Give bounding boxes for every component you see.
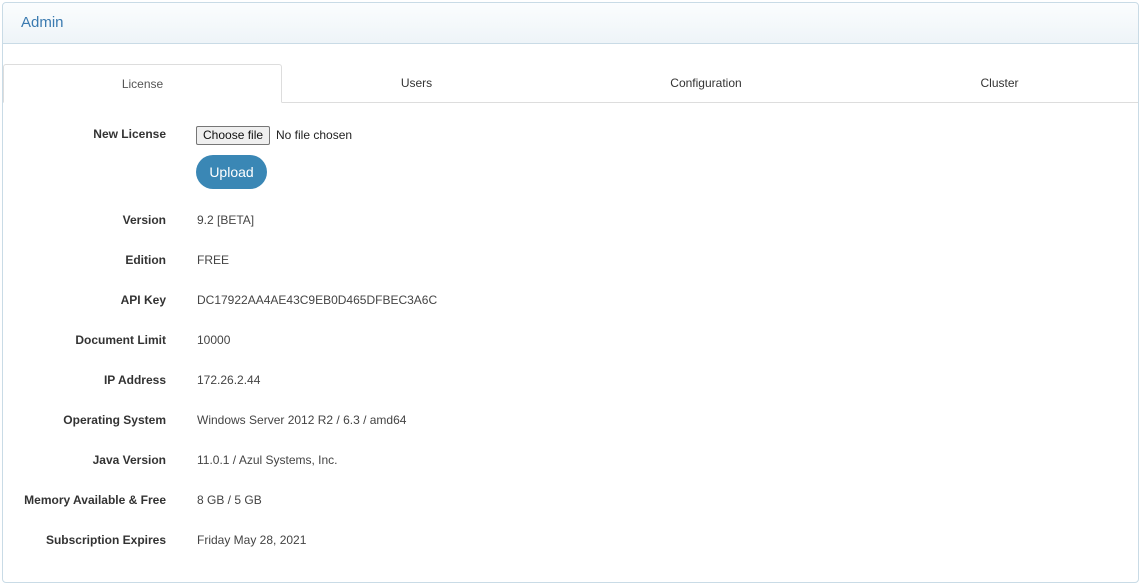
field-value: DC17922AA4AE43C9EB0D465DFBEC3A6C — [197, 293, 438, 307]
new-license-row: New License — [3, 127, 1138, 147]
field-value: Friday May 28, 2021 — [197, 533, 307, 547]
panel-header: Admin — [3, 3, 1138, 44]
field-label: Edition — [125, 253, 166, 267]
field-value: 8 GB / 5 GB — [197, 493, 262, 507]
tab-bar: License Users Configuration Cluster — [3, 64, 1138, 103]
field-row-version: Version 9.2 [BETA] — [3, 213, 1138, 233]
tab-license[interactable]: License — [3, 64, 282, 103]
field-label: IP Address — [103, 373, 166, 387]
field-value: 10000 — [197, 333, 231, 347]
tab-configuration[interactable]: Configuration — [551, 64, 861, 103]
field-label: Subscription Expires — [45, 533, 166, 547]
field-label: API Key — [120, 293, 166, 307]
field-row-document-limit: Document Limit 10000 — [3, 333, 1138, 353]
field-label: Java Version — [92, 453, 166, 467]
field-row-api-key: API Key DC17922AA4AE43C9EB0D465DFBEC3A6C — [3, 293, 1138, 313]
field-value: 9.2 [BETA] — [197, 213, 255, 227]
tab-cluster[interactable]: Cluster — [861, 64, 1138, 103]
field-value: Windows Server 2012 R2 / 6.3 / amd64 — [197, 413, 407, 427]
upload-button[interactable]: Upload — [196, 155, 267, 189]
field-label: Version — [122, 213, 166, 227]
field-row-edition: Edition FREE — [3, 253, 1138, 273]
tab-users[interactable]: Users — [282, 64, 551, 103]
field-label: Document Limit — [75, 333, 166, 347]
field-row-operating-system: Operating System Windows Server 2012 R2 … — [3, 413, 1138, 433]
admin-panel: Admin License Users Configuration Cluste… — [2, 2, 1139, 583]
field-value: 11.0.1 / Azul Systems, Inc. — [197, 453, 338, 467]
file-status-text: No file chosen — [276, 128, 353, 142]
field-row-subscription-expires: Subscription Expires Friday May 28, 2021 — [3, 533, 1138, 553]
field-value: FREE — [197, 253, 230, 267]
field-row-java-version: Java Version 11.0.1 / Azul Systems, Inc. — [3, 453, 1138, 473]
field-value: 172.26.2.44 — [197, 373, 261, 387]
new-license-label: New License — [93, 127, 166, 141]
field-row-memory: Memory Available & Free 8 GB / 5 GB — [3, 493, 1138, 513]
panel-title: Admin — [21, 14, 64, 31]
field-row-ip-address: IP Address 172.26.2.44 — [3, 373, 1138, 393]
field-label: Memory Available & Free — [24, 493, 166, 507]
field-label: Operating System — [63, 413, 166, 427]
choose-file-button[interactable]: Choose file — [196, 126, 271, 145]
